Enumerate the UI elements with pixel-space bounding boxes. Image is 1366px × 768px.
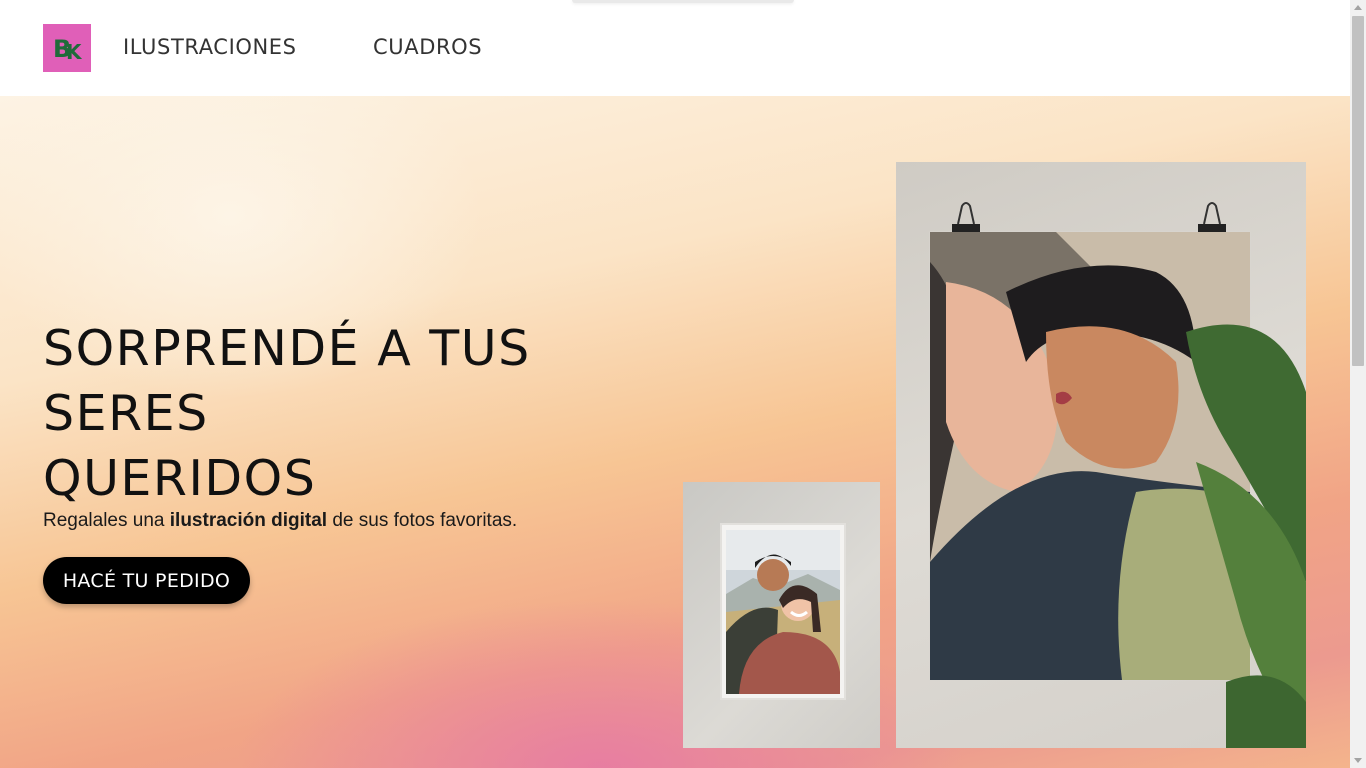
hero-subtitle-text-end: de sus fotos favoritas. <box>327 510 518 531</box>
logo[interactable]: B K <box>43 24 91 72</box>
scroll-thumb[interactable] <box>1352 16 1364 366</box>
hero-section: SORPRENDÉ A TUS SERES QUERIDOS Regalales… <box>0 96 1350 768</box>
site-header: B K ILUSTRACIONES CUADROS <box>0 0 1350 96</box>
framed-selfie-image <box>683 482 880 748</box>
hero-title-line: QUERIDOS <box>43 450 317 507</box>
scroll-up-icon[interactable] <box>1354 5 1362 10</box>
nav-link-cuadros[interactable]: CUADROS <box>373 33 482 61</box>
scroll-down-icon[interactable] <box>1354 758 1362 763</box>
svg-text:K: K <box>66 40 83 64</box>
nav-link-ilustraciones[interactable]: ILUSTRACIONES <box>123 33 297 61</box>
poster-kiss-image <box>896 162 1306 748</box>
selfie-illustration <box>720 523 846 700</box>
hero-subtitle-bold: ilustración digital <box>169 510 328 531</box>
top-shadow-decoration <box>572 0 794 3</box>
page-scrollbar[interactable] <box>1350 0 1366 768</box>
hero-title-line: SORPRENDÉ A TUS <box>43 320 531 377</box>
hero-subtitle: Regalales una ilustración digital de sus… <box>43 510 517 532</box>
hero-title-line: SERES <box>43 385 209 442</box>
hero-subtitle-text: Regalales una <box>43 510 170 531</box>
bk-logo-icon: B K <box>53 35 83 64</box>
hero-title: SORPRENDÉ A TUS SERES QUERIDOS <box>43 316 531 511</box>
order-button[interactable]: HACÉ TU PEDIDO <box>43 557 250 604</box>
kiss-illustration <box>929 202 1306 748</box>
